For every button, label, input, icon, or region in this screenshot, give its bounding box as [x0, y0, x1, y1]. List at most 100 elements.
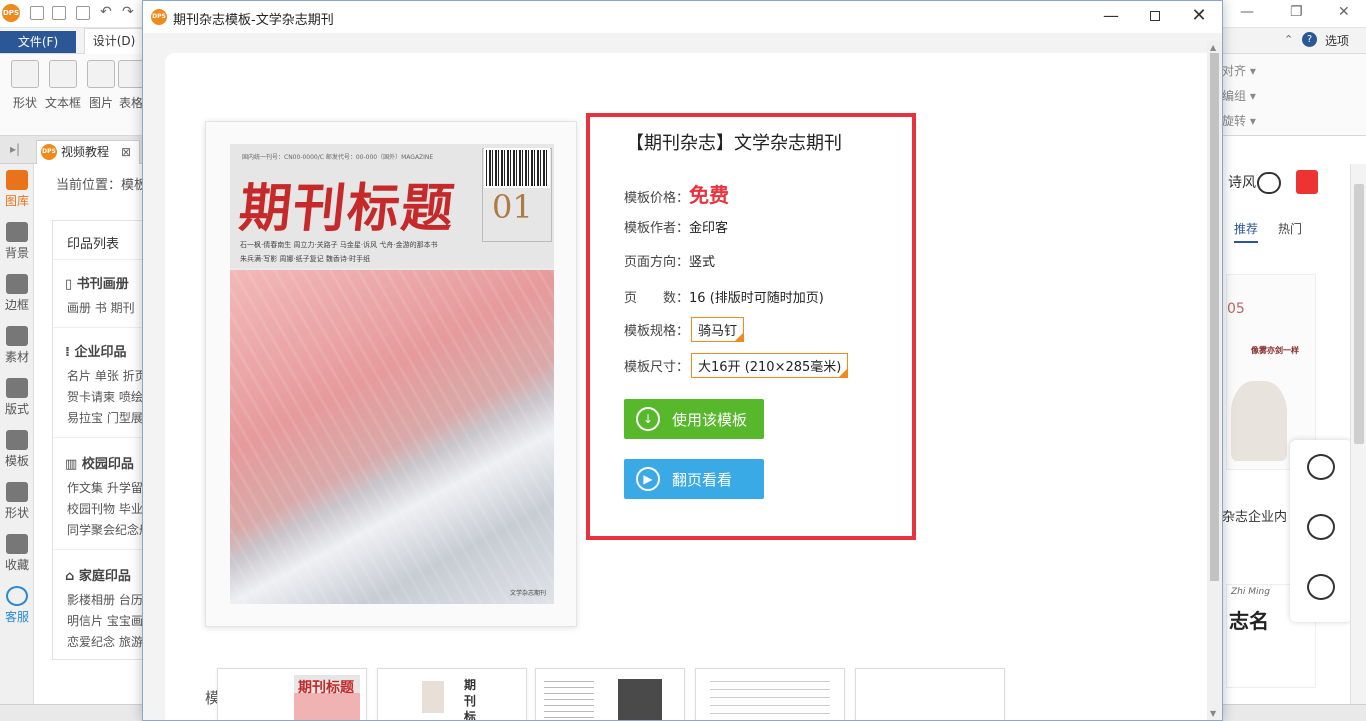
rail-shape[interactable]: 形状 — [0, 482, 34, 521]
template-label[interactable]: 杂志企业内 — [1222, 506, 1287, 525]
app-restore-icon[interactable]: ❐ — [1290, 4, 1303, 20]
download-icon: ↓ — [636, 407, 660, 431]
maximize-icon — [1150, 11, 1160, 21]
mini-photo — [422, 681, 444, 713]
close-button[interactable]: ✕ — [1177, 5, 1221, 29]
menu-file[interactable]: 文件(F) — [0, 31, 76, 53]
price-label: 模板价格： — [624, 191, 690, 206]
right-panel-partial-label: 诗风 — [1228, 175, 1256, 191]
list-row[interactable]: 易拉宝 门型展架 — [67, 409, 152, 426]
ribbon-shape-tool[interactable]: 形状 — [4, 60, 46, 111]
size-label: 模板尺寸： — [624, 360, 690, 375]
scroll-down-icon[interactable]: ▼ — [1210, 709, 1216, 718]
right-panel-scrollbar[interactable] — [1350, 164, 1366, 704]
background-icon — [6, 222, 28, 242]
thumbnail-caption: 像雾亦剑一样 — [1251, 346, 1299, 355]
rail-layout[interactable]: 版式 — [0, 378, 34, 417]
showcase-thumbnail[interactable]: 期刊标题 — [217, 668, 367, 720]
ribbon-image-tool[interactable]: 图片 — [80, 60, 122, 111]
list-row[interactable]: 作文集 升学留念 — [67, 479, 152, 496]
app-minimize-icon[interactable]: — — [1240, 4, 1254, 20]
undo-icon[interactable]: ↶ — [100, 4, 112, 20]
list-row-books[interactable]: 画册 书 期刊 — [67, 299, 135, 316]
rail-template[interactable]: 模板 — [0, 430, 34, 469]
dialog-title: 期刊杂志模板-文学杂志期刊 — [173, 13, 334, 28]
panel-toggle-icon[interactable]: ▸| — [10, 142, 20, 156]
border-icon — [6, 274, 28, 294]
mini-photo — [618, 679, 662, 720]
cover-top-text: 国内统一刊号：CN00-0000/C 邮发代号：00-000（国外）MAGAZI… — [242, 154, 434, 161]
rotate-command[interactable]: 旋转 ▾ — [1222, 112, 1256, 129]
new-file-icon[interactable] — [30, 6, 44, 20]
align-command[interactable]: 对齐 ▾ — [1222, 62, 1256, 79]
rail-border[interactable]: 边框 — [0, 274, 34, 313]
size-option[interactable]: 大16开 (210×285毫米) — [691, 353, 849, 378]
list-row[interactable]: 校园刊物 毕业纪念 — [67, 500, 152, 517]
orientation-value: 竖式 — [689, 255, 716, 270]
dps-logo-icon: DPS — [41, 144, 57, 160]
author-label: 模板作者： — [624, 221, 690, 236]
scrollbar-thumb[interactable] — [1354, 184, 1364, 444]
wechat-icon[interactable] — [1307, 514, 1335, 540]
list-row[interactable]: 贺卡请柬 喷绘 — [67, 388, 143, 405]
showcase-thumbnail[interactable] — [855, 668, 1005, 720]
ribbon-table-tool[interactable]: 表格 — [118, 60, 144, 111]
maximize-button[interactable] — [1133, 5, 1177, 29]
save-icon[interactable] — [76, 6, 90, 20]
list-row[interactable]: 恋爱纪念 旅游 — [67, 633, 143, 650]
divider — [53, 327, 152, 328]
shape-icon — [6, 482, 28, 502]
showcase-thumbnail[interactable] — [535, 668, 685, 720]
tab-hot[interactable]: 热门 — [1278, 220, 1302, 237]
cover-preview[interactable]: 国内统一刊号：CN00-0000/C 邮发代号：00-000（国外）MAGAZI… — [205, 121, 577, 627]
divider — [53, 259, 152, 260]
open-folder-icon[interactable] — [52, 6, 66, 20]
app-close-icon[interactable]: ✕ — [1338, 4, 1350, 20]
rail-gallery[interactable]: 图库 — [0, 170, 34, 209]
barcode-icon — [484, 148, 550, 188]
chat-icon[interactable] — [1257, 172, 1281, 194]
rail-service[interactable]: 客服 — [0, 586, 34, 625]
dialog-scrollbar[interactable]: ▲ ▼ — [1207, 41, 1222, 720]
pages-value: 16 (排版时可随时加页) — [689, 291, 824, 306]
close-tab-icon[interactable]: ⊠ — [121, 141, 131, 163]
showcase-thumbnail[interactable]: 期刊标题 — [377, 668, 527, 720]
dps-logo-icon: DPS — [151, 9, 167, 25]
help-icon[interactable]: ? — [1302, 32, 1317, 47]
use-template-button[interactable]: ↓ 使用该模板 — [624, 399, 764, 439]
menu-design[interactable]: 设计(D) — [84, 28, 144, 54]
minimize-button[interactable]: — — [1089, 5, 1133, 29]
tab-recommend[interactable]: 推荐 — [1234, 220, 1259, 243]
doc-tab-video-tutorial[interactable]: DPS 视频教程 ⊠ — [36, 140, 140, 164]
floating-contact-bar — [1290, 440, 1352, 622]
list-row[interactable]: 明信片 宝宝画册 — [67, 612, 152, 629]
template-info-box: 【期刊杂志】文学杂志期刊 模板价格：免费 模板作者：金印客 页面方向：竖式 页 … — [586, 113, 916, 540]
flip-preview-button[interactable]: ▶ 翻页看看 — [624, 459, 764, 499]
scroll-up-icon[interactable]: ▲ — [1210, 43, 1216, 52]
price-row: 模板价格：免费 — [624, 179, 729, 208]
options-menu[interactable]: 选项 — [1325, 32, 1349, 49]
thumbnail-signature: 志名 — [1229, 609, 1269, 633]
redo-icon[interactable]: ↷ — [122, 4, 134, 20]
rail-material[interactable]: 素材 — [0, 326, 34, 365]
list-row[interactable]: 名片 单张 折页 — [67, 367, 147, 384]
qq-icon[interactable] — [1307, 454, 1335, 480]
pages-label: 页 数： — [624, 291, 690, 306]
author-row: 模板作者：金印客 — [624, 217, 728, 236]
spec-option[interactable]: 骑马钉 — [691, 317, 745, 342]
group-command[interactable]: 编组 ▾ — [1222, 87, 1256, 104]
scrollbar-thumb[interactable] — [1210, 53, 1219, 581]
list-row[interactable]: 同学聚会纪念册 — [67, 521, 151, 538]
headset-service-icon[interactable] — [1307, 574, 1335, 600]
collapse-ribbon-icon[interactable]: ⌃ — [1284, 33, 1293, 46]
list-row[interactable]: 影楼相册 台历 — [67, 591, 143, 608]
rail-favorites[interactable]: 收藏 — [0, 534, 34, 573]
ribbon-textbox-tool[interactable]: 文本框 — [42, 60, 84, 111]
section-enterprise: ⁞ 企业印品 — [65, 345, 127, 360]
magazine-cover: 国内统一刊号：CN00-0000/C 邮发代号：00-000（国外）MAGAZI… — [230, 144, 554, 604]
rail-background[interactable]: 背景 — [0, 222, 34, 261]
pages-row: 页 数：16 (排版时可随时加页) — [624, 287, 824, 306]
red-packet-icon[interactable] — [1296, 170, 1318, 194]
spec-label: 模板规格： — [624, 324, 690, 339]
showcase-thumbnail[interactable] — [695, 668, 845, 720]
